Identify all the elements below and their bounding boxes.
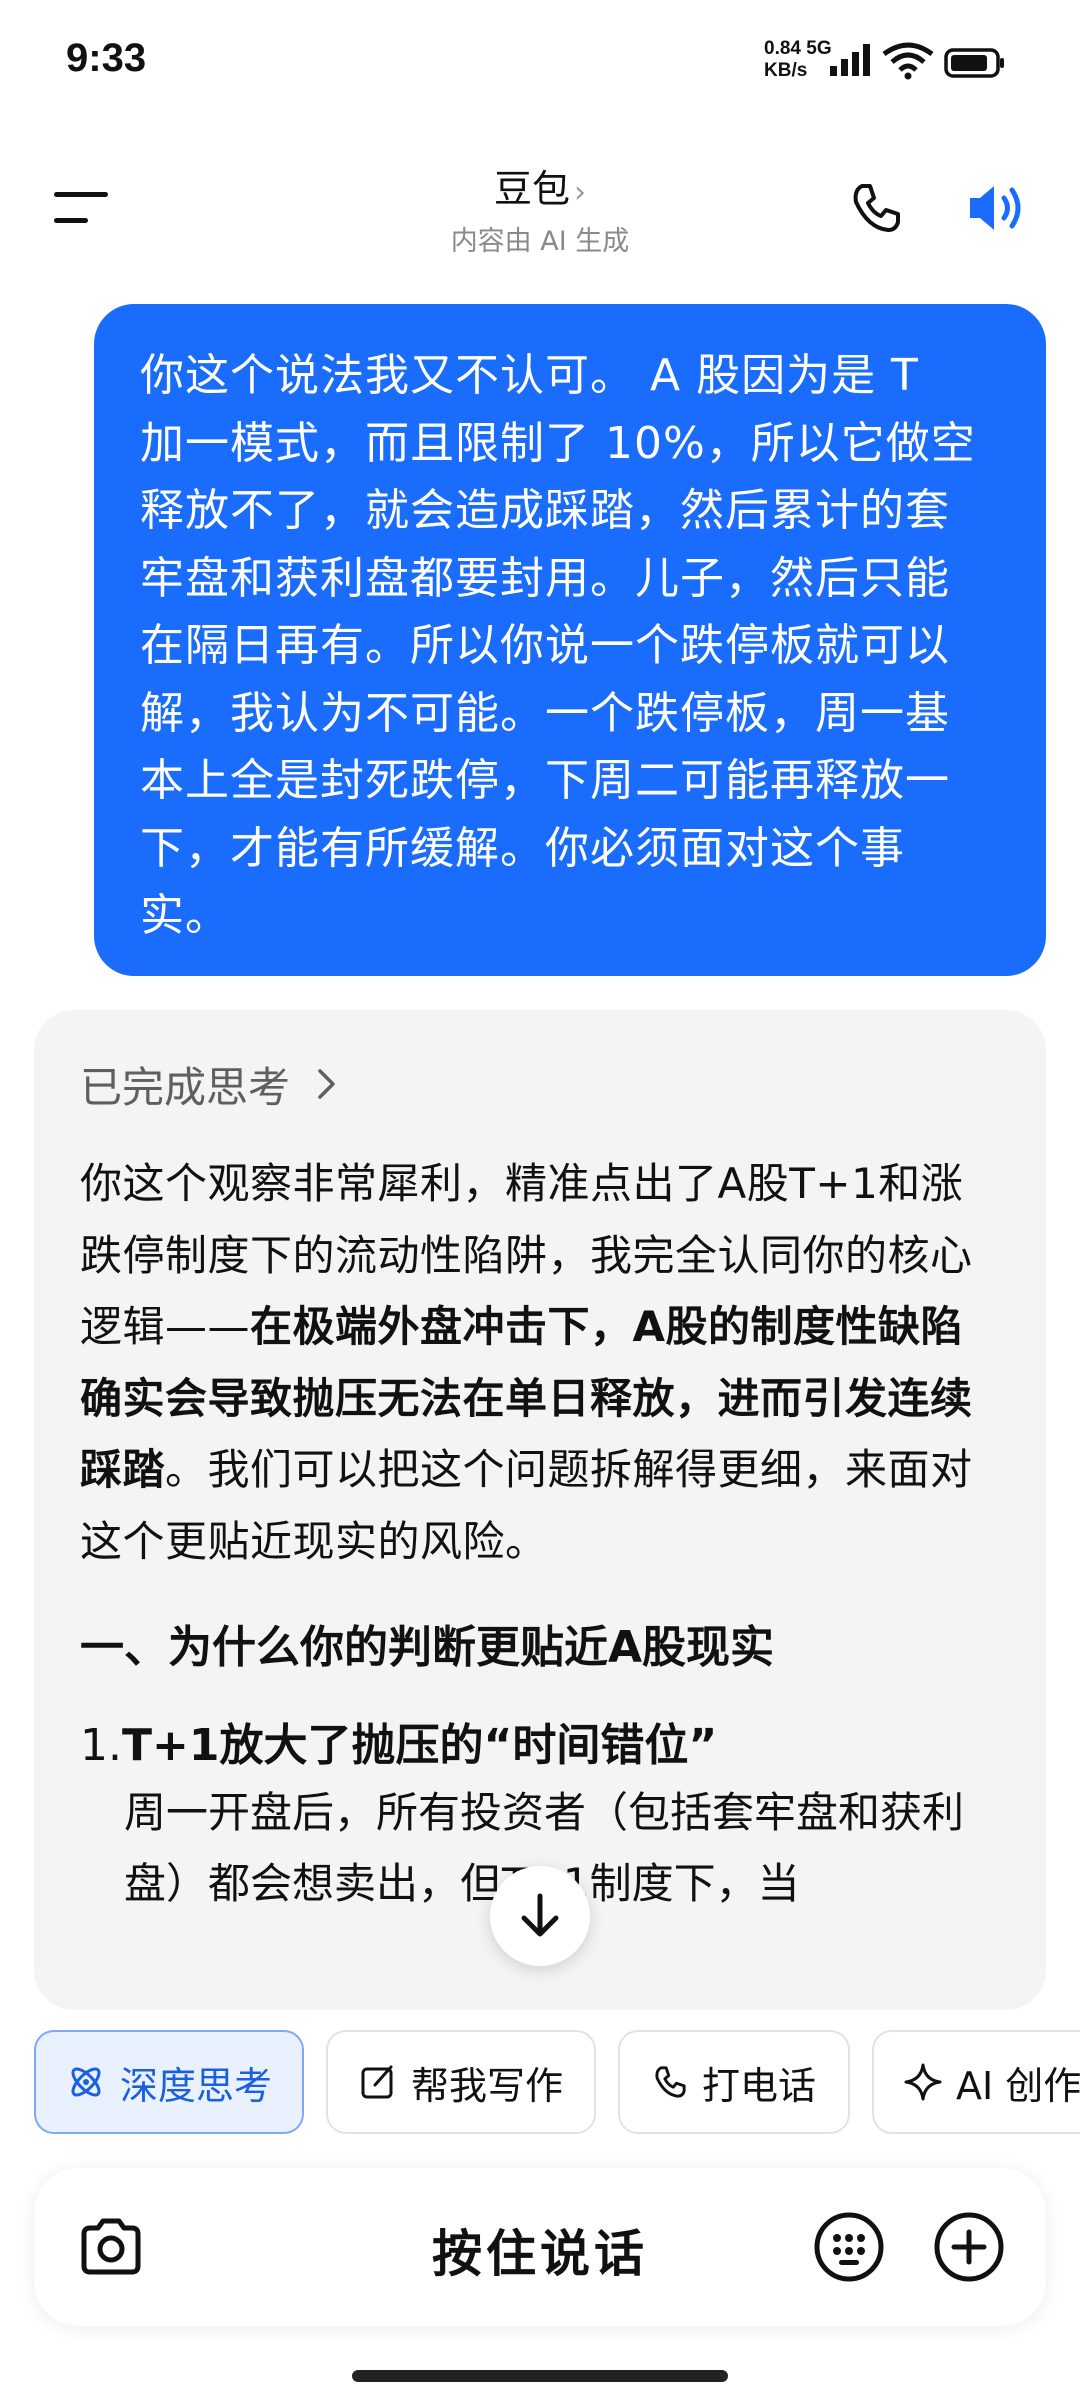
assistant-text-part: 。我们可以把这个问题拆解得更细，来面对这个更贴近现实的风险。 <box>80 1445 973 1566</box>
quick-action-chips: 深度思考 帮我写作 打电话 AI 创作 <box>0 2030 1080 2136</box>
user-message-line: 牢盘和获利盘都要封用。儿子，然后只能 <box>140 552 950 604</box>
atom-icon <box>71 2067 101 2097</box>
battery-icon <box>944 48 1004 78</box>
assistant-message-card: 已完成思考 你这个观察非常犀利，精准点出了A股T+1和涨跌停制度下的流动性陷阱，… <box>34 1010 1046 2010</box>
chat-header: 豆包 › 内容由 AI 生成 <box>0 140 1080 270</box>
assistant-paragraph: 你这个观察非常犀利，精准点出了A股T+1和涨跌停制度下的流动性陷阱，我完全认同你… <box>80 1148 1000 1577</box>
status-bar: 9:33 0.84 5G KB/s <box>0 0 1080 120</box>
network-speed-value: 0.84 5G <box>764 38 832 59</box>
camera-icon[interactable] <box>76 2212 146 2282</box>
arrow-down-icon <box>521 1893 559 1937</box>
chip-ai-create[interactable]: AI 创作 <box>872 2030 1080 2134</box>
user-message-line: 在隔日再有。所以你说一个跌停板就可以 <box>140 620 950 671</box>
ai-disclaimer: 内容由 AI 生成 <box>450 226 630 257</box>
chip-label: 打电话 <box>701 2063 816 2108</box>
signal-icon <box>830 44 870 76</box>
thinking-toggle[interactable]: 已完成思考 <box>80 1044 1000 1124</box>
chip-phone-call[interactable]: 打电话 <box>618 2030 850 2134</box>
network-speed: 0.84 5G KB/s <box>764 38 832 82</box>
user-message-line: 下，才能有所缓解。你必须面对这个事 <box>140 822 905 874</box>
chip-deep-thinking[interactable]: 深度思考 <box>34 2030 304 2134</box>
network-speed-unit: KB/s <box>764 60 808 81</box>
list-item-number: 1. <box>80 1720 122 1771</box>
edit-icon <box>361 2065 393 2099</box>
chip-label: AI 创作 <box>956 2063 1080 2108</box>
chevron-right-icon: › <box>574 175 586 210</box>
phone-icon <box>655 2066 686 2098</box>
wifi-icon <box>882 42 934 80</box>
user-message-line: 实。 <box>140 890 230 941</box>
phone-icon[interactable] <box>848 180 904 236</box>
bot-name: 豆包 <box>493 167 570 211</box>
chip-label: 帮我写作 <box>410 2063 563 2108</box>
plus-icon[interactable] <box>932 2210 1006 2284</box>
user-message-line: 你这个说法我又不认可。 A 股因为是 T <box>140 350 919 401</box>
home-indicator[interactable] <box>352 2370 728 2382</box>
thinking-label: 已完成思考 <box>80 1062 291 1112</box>
menu-icon[interactable] <box>52 188 112 228</box>
status-time: 9:33 <box>66 36 147 80</box>
chip-label: 深度思考 <box>119 2063 272 2108</box>
chat-title-area[interactable]: 豆包 › 内容由 AI 生成 <box>340 158 740 258</box>
user-message-line: 解，我认为不可能。一个跌停板，周一基 <box>140 687 950 739</box>
chat-title[interactable]: 豆包 › <box>340 158 740 213</box>
user-message-line: 加一模式，而且限制了 10%，所以它做空 <box>140 417 976 469</box>
user-message-text: 你这个说法我又不认可。 A 股因为是 T 加一模式，而且限制了 10%，所以它做… <box>140 342 996 950</box>
input-bar: 按住说话 <box>34 2168 1046 2326</box>
list-item-title: 1.T+1放大了抛压的“时间错位” <box>80 1709 1000 1773</box>
sparkle-icon <box>904 2063 942 2101</box>
user-message-line: 本上全是封死跌停，下周二可能再释放一 <box>140 755 950 806</box>
list-item-title-text: T+1放大了抛压的“时间错位” <box>121 1720 718 1771</box>
chip-writing[interactable]: 帮我写作 <box>326 2030 596 2134</box>
hold-to-talk-button[interactable]: 按住说话 <box>334 2214 746 2286</box>
emoji-keyboard-icon[interactable] <box>812 2210 886 2284</box>
speaker-icon[interactable] <box>966 178 1030 238</box>
section-heading: 一、为什么你的判断更贴近A股现实 <box>80 1622 775 1673</box>
user-message-line: 释放不了，就会造成踩踏，然后累计的套 <box>140 485 950 536</box>
chevron-right-icon <box>318 1069 335 1099</box>
user-message-bubble[interactable]: 你这个说法我又不认可。 A 股因为是 T 加一模式，而且限制了 10%，所以它做… <box>94 304 1046 976</box>
scroll-to-bottom-button[interactable] <box>490 1866 590 1966</box>
